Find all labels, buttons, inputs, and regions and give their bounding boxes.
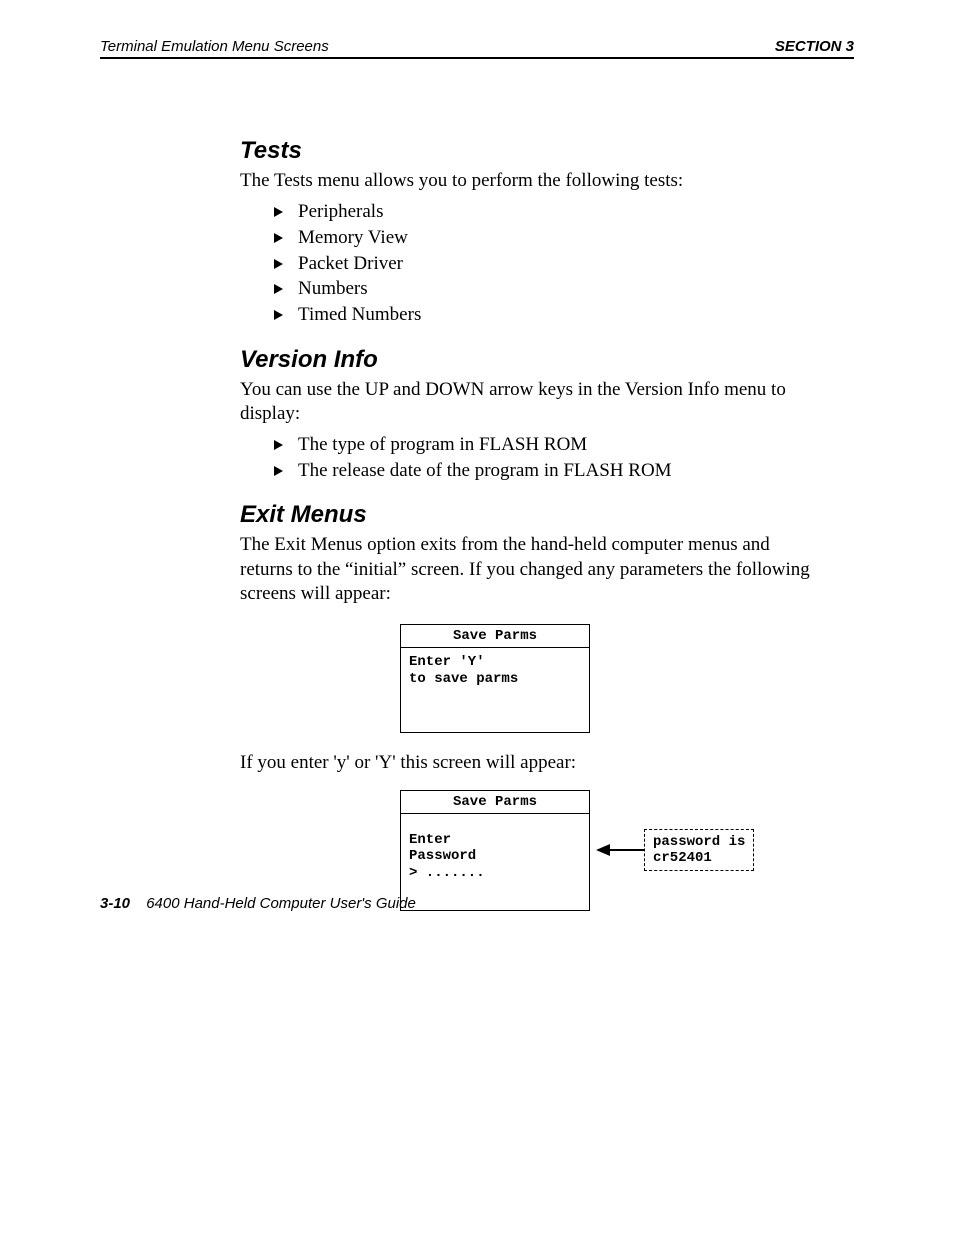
screen-1-body: Enter 'Y' to save parms (401, 648, 589, 732)
screen-2: Save Parms Enter Password > ....... (400, 790, 590, 911)
list-item: The release date of the program in FLASH… (274, 458, 824, 484)
exit-heading: Exit Menus (240, 501, 824, 529)
screen-2-title: Save Parms (401, 791, 589, 814)
page-footer: 3-10 6400 Hand-Held Computer User's Guid… (100, 895, 416, 912)
list-item: Numbers (274, 276, 824, 302)
tests-heading: Tests (240, 137, 824, 165)
page-header: Terminal Emulation Menu Screens SECTION … (100, 38, 854, 59)
exit-mid-text: If you enter 'y' or 'Y' this screen will… (240, 751, 824, 775)
footer-title: 6400 Hand-Held Computer User's Guide (146, 895, 416, 912)
page: Terminal Emulation Menu Screens SECTION … (0, 0, 954, 1235)
screen-2-wrap: Save Parms Enter Password > ....... pass… (400, 790, 824, 911)
tests-intro: The Tests menu allows you to perform the… (240, 169, 824, 193)
list-item: Peripherals (274, 199, 824, 225)
tests-list: Peripherals Memory View Packet Driver Nu… (274, 199, 824, 327)
connector-line (610, 849, 644, 851)
header-right: SECTION 3 (775, 38, 854, 55)
page-number: 3-10 (100, 895, 130, 912)
screen-1: Save Parms Enter 'Y' to save parms (400, 624, 590, 733)
password-callout: password is cr52401 (644, 829, 754, 871)
exit-intro: The Exit Menus option exits from the han… (240, 533, 824, 606)
version-intro: You can use the UP and DOWN arrow keys i… (240, 378, 824, 427)
list-item: Memory View (274, 225, 824, 251)
content-area: Tests The Tests menu allows you to perfo… (240, 59, 824, 911)
screen-2-body: Enter Password > ....... (401, 814, 589, 910)
screen-1-title: Save Parms (401, 625, 589, 648)
version-heading: Version Info (240, 346, 824, 374)
screen-1-wrap: Save Parms Enter 'Y' to save parms (400, 624, 824, 733)
list-item: The type of program in FLASH ROM (274, 432, 824, 458)
arrow-left-icon (596, 844, 610, 856)
header-left: Terminal Emulation Menu Screens (100, 38, 329, 55)
version-list: The type of program in FLASH ROM The rel… (274, 432, 824, 483)
list-item: Timed Numbers (274, 302, 824, 328)
list-item: Packet Driver (274, 251, 824, 277)
